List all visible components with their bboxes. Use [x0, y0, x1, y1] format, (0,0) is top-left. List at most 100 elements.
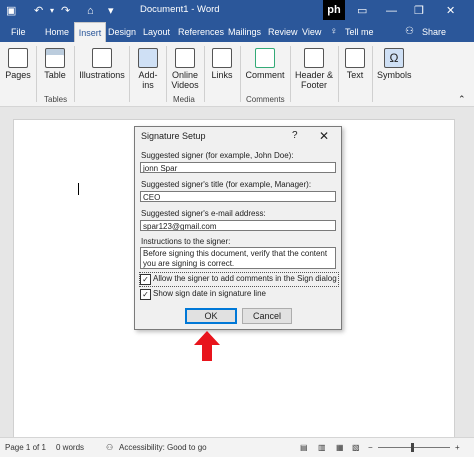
- zoom-in-icon[interactable]: +: [455, 443, 460, 452]
- customize-icon[interactable]: ▾: [108, 3, 114, 19]
- tab-mailings[interactable]: Mailings: [228, 22, 261, 42]
- web-layout-icon[interactable]: ▧: [352, 443, 360, 452]
- page-count[interactable]: Page 1 of 1: [5, 443, 46, 452]
- ok-button[interactable]: OK: [185, 308, 237, 324]
- share-button[interactable]: Share: [422, 22, 446, 42]
- group-separator: [36, 46, 37, 102]
- text-label: Text: [346, 70, 364, 80]
- pages-button[interactable]: Pages: [4, 48, 32, 80]
- signer-input[interactable]: jonn Spar: [140, 162, 336, 173]
- zoom-slider-thumb[interactable]: [411, 443, 414, 452]
- tab-view[interactable]: View: [302, 22, 321, 42]
- zoom-out-icon[interactable]: −: [368, 443, 373, 452]
- allow-comments-label: Allow the signer to add comments in the …: [153, 274, 337, 283]
- illustrations-label: Illustrations: [79, 70, 125, 80]
- show-date-label: Show sign date in signature line: [153, 289, 266, 298]
- restore-icon[interactable]: ❐: [414, 3, 424, 19]
- illustrations-button[interactable]: Illustrations: [78, 48, 126, 80]
- symbols-button[interactable]: Ω Symbols: [377, 48, 412, 80]
- instructions-label: Instructions to the signer:: [141, 237, 231, 246]
- symbols-label: Symbols: [377, 70, 412, 80]
- online-videos-label-2: Videos: [171, 80, 199, 90]
- group-separator: [204, 46, 205, 102]
- arrow-shape: [194, 331, 220, 361]
- undo-dropdown-icon[interactable]: ▾: [50, 3, 54, 19]
- link-icon: [212, 48, 232, 68]
- document-title: Document1 - Word: [140, 4, 220, 15]
- allow-comments-checkbox[interactable]: ✓: [140, 274, 151, 285]
- share-icon[interactable]: ⚇: [405, 22, 414, 42]
- show-date-checkbox[interactable]: ✓: [140, 289, 151, 300]
- group-separator: [129, 46, 130, 102]
- comment-label: Comment: [245, 70, 285, 80]
- signer-title-input[interactable]: CEO: [140, 191, 336, 202]
- text-button[interactable]: Text: [342, 48, 368, 80]
- pages-label: Pages: [5, 70, 31, 80]
- table-label: Table: [44, 70, 66, 80]
- comment-button[interactable]: Comment: [245, 48, 285, 80]
- logo: ph: [323, 0, 345, 20]
- comment-icon: [255, 48, 275, 68]
- video-icon: [175, 48, 195, 68]
- signature-setup-dialog: Signature Setup ? ✕ Suggested signer (fo…: [134, 126, 342, 330]
- cancel-button[interactable]: Cancel: [242, 308, 292, 324]
- text-box-icon: [345, 48, 365, 68]
- read-mode-icon[interactable]: ▥: [318, 443, 326, 452]
- pages-icon: [8, 48, 28, 68]
- accessibility-status[interactable]: Accessibility: Good to go: [119, 443, 207, 452]
- collapse-ribbon-icon[interactable]: ⌃: [458, 94, 466, 105]
- links-button[interactable]: Links: [209, 48, 235, 80]
- help-button[interactable]: ?: [292, 130, 298, 141]
- text-cursor: [78, 183, 79, 195]
- close-icon[interactable]: ✕: [446, 3, 455, 19]
- close-dialog-button[interactable]: ✕: [319, 129, 329, 143]
- online-videos-button[interactable]: Online Videos: [170, 48, 200, 90]
- tab-design[interactable]: Design: [108, 22, 136, 42]
- title-bar: ▣ ↶ ▾ ↷ ⌂ ▾ Document1 - Word ph ▭ — ❐ ✕: [0, 0, 474, 22]
- ribbon: Pages Table Tables Illustrations Add-ins…: [0, 42, 474, 107]
- tab-references[interactable]: References: [178, 22, 224, 42]
- group-separator: [338, 46, 339, 102]
- redo-icon[interactable]: ↷: [61, 3, 70, 19]
- group-separator: [166, 46, 167, 102]
- tab-layout[interactable]: Layout: [143, 22, 170, 42]
- print-layout-icon[interactable]: ▦: [336, 443, 344, 452]
- header-footer-button[interactable]: Header & Footer: [294, 48, 334, 90]
- header-footer-label-2: Footer: [300, 80, 327, 90]
- add-ins-icon: [138, 48, 158, 68]
- group-separator: [240, 46, 241, 102]
- status-bar: Page 1 of 1 0 words ⚇ Accessibility: Goo…: [0, 437, 474, 457]
- instructions-input[interactable]: Before signing this document, verify tha…: [140, 247, 336, 269]
- home-icon[interactable]: ⌂: [87, 3, 94, 19]
- lightbulb-icon[interactable]: ♀: [330, 22, 338, 42]
- accessibility-icon: ⚇: [106, 443, 114, 452]
- header-footer-label-1: Header &: [294, 70, 334, 80]
- tell-me-search[interactable]: Tell me: [345, 22, 374, 42]
- undo-icon[interactable]: ↶: [34, 3, 43, 19]
- tab-home[interactable]: Home: [45, 22, 69, 42]
- save-icon[interactable]: ▣: [6, 3, 16, 19]
- tab-file[interactable]: File: [11, 22, 26, 42]
- header-footer-icon: [304, 48, 324, 68]
- zoom-slider-track[interactable]: [378, 447, 450, 448]
- dialog-title: Signature Setup: [141, 131, 206, 141]
- illustrations-icon: [92, 48, 112, 68]
- word-count[interactable]: 0 words: [56, 443, 84, 452]
- add-ins-label: Add-ins: [138, 70, 158, 90]
- media-group-label: Media: [173, 95, 195, 104]
- focus-mode-icon[interactable]: ▤: [300, 443, 308, 452]
- email-input[interactable]: spar123@gmail.com: [140, 220, 336, 231]
- tab-review[interactable]: Review: [268, 22, 298, 42]
- table-icon: [45, 48, 65, 68]
- comments-group-label: Comments: [246, 95, 285, 104]
- omega-icon: Ω: [384, 48, 404, 68]
- group-separator: [290, 46, 291, 102]
- tab-insert[interactable]: Insert: [74, 22, 106, 43]
- add-ins-button[interactable]: Add-ins: [134, 48, 162, 90]
- links-label: Links: [211, 70, 233, 80]
- table-button[interactable]: Table: [42, 48, 68, 80]
- group-separator: [372, 46, 373, 102]
- minimize-icon[interactable]: —: [386, 3, 397, 19]
- ribbon-display-icon[interactable]: ▭: [357, 3, 367, 19]
- group-separator: [74, 46, 75, 102]
